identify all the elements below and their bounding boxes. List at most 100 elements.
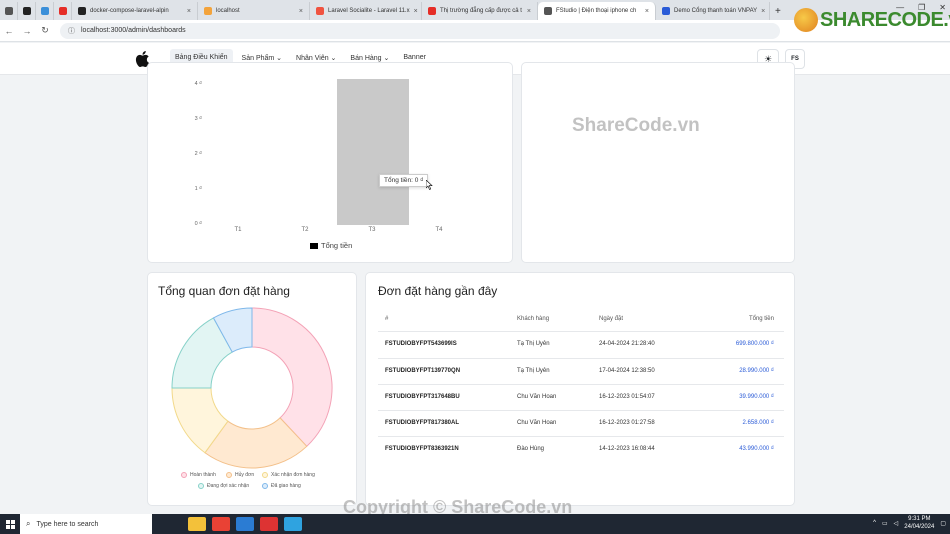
order-code[interactable]: FSTUDIOBYFPT139770QN [385,368,460,374]
legend-label: Đã giao hàng [271,483,301,489]
system-tray: ^ ▭ ◁ 9:31 PM 24/04/2024 ▢ [873,515,946,531]
legend-dot [198,483,204,489]
order-date: 14-12-2023 16:08:44 [599,446,655,452]
order-code[interactable]: FSTUDIOBYFPT317648BU [385,394,460,400]
taskbar-app-icon[interactable] [212,517,230,531]
order-total: 2.658.000 ₫ [742,420,774,426]
order-date: 17-04-2024 12:38:50 [599,368,655,374]
browser-tab[interactable]: localhost × [198,2,310,20]
taskbar-clock[interactable]: 9:31 PM 24/04/2024 [904,515,934,531]
browser-tab[interactable]: FStudio | Điện thoại iphone ch × [538,2,656,20]
col-header-code: # [385,316,389,322]
order-status-doughnut-chart [171,307,333,469]
tab-label: Thị trường đẳng cấp được cả t [440,8,522,14]
tab-close-icon[interactable]: × [641,8,649,15]
order-code[interactable]: FSTUDIOBYFPT817380AL [385,420,459,426]
taskbar-search-input[interactable]: ⌕ Type here to search [20,514,152,534]
legend-label: Xác nhận đơn hàng [271,472,315,478]
tab-close-icon[interactable]: × [295,8,303,15]
search-icon: ⌕ [26,519,31,528]
tab-favicon-icon [316,7,324,15]
legend-dot [262,483,268,489]
legend-label: Hoàn thành [190,472,216,478]
pie-legend-item[interactable]: Đang đợi xác nhận [198,483,249,489]
legend-label: Tổng tiền [321,241,353,250]
x-tick-label: T4 [435,227,443,233]
pie-legend-item[interactable]: Hủy đơn [226,472,254,478]
notification-icon[interactable]: ▢ [940,520,946,527]
clock-date: 24/04/2024 [904,524,935,530]
browser-tab[interactable] [18,2,36,20]
col-header-customer: Khách hàng [517,316,550,322]
taskbar-app-icon[interactable] [284,517,302,531]
tab-label: localhost [216,8,240,14]
x-tick-label: T2 [301,227,309,233]
back-icon[interactable]: ← [0,26,18,36]
browser-tab[interactable] [36,2,54,20]
legend-label: Đang đợi xác nhận [207,483,250,489]
y-tick-label: 1 ₫ [194,186,202,192]
pie-slice[interactable] [251,307,333,448]
taskbar-app-icon[interactable] [188,517,206,531]
legend-swatch [310,242,318,249]
tab-close-icon[interactable]: × [183,8,191,15]
y-tick-label: 3 ₫ [194,116,202,122]
row-divider [378,436,784,437]
site-info-icon[interactable]: ⓘ [68,26,75,36]
order-customer: Tạ Thị Uyên [517,368,550,374]
pie-legend-item[interactable]: Đã giao hàng [262,483,301,489]
order-total: 43.990.000 ₫ [739,446,774,452]
new-tab-button[interactable]: + [770,2,786,20]
pie-legend-item[interactable]: Xác nhận đơn hàng [262,472,315,478]
row-divider [378,358,784,359]
taskbar-app-icon[interactable] [260,517,278,531]
sharecode-logo: SHARECODE.vn [794,8,950,32]
browser-tab[interactable]: Demo Cổng thanh toán VNPAY × [656,2,770,20]
order-code[interactable]: FSTUDIOBYFPT8363921N [385,446,459,452]
tab-label: Demo Cổng thanh toán VNPAY [674,8,758,14]
order-code[interactable]: FSTUDIOBYFPT543699IS [385,341,457,347]
url-input[interactable]: ⓘ localhost:3000/admin/dashboards [60,22,780,39]
tab-label: FStudio | Điện thoại iphone ch [556,8,637,14]
browser-tab[interactable] [0,2,18,20]
revenue-chart-card [147,62,513,263]
legend-label: Hủy đơn [235,472,255,478]
windows-start-icon[interactable] [0,514,20,534]
y-tick-label: 2 ₫ [194,151,202,157]
chevron-up-icon[interactable]: ^ [873,520,876,526]
taskbar-app-icon[interactable] [236,517,254,531]
recent-orders-card [365,272,795,506]
legend-dot [181,472,187,478]
tab-close-icon[interactable]: × [757,8,765,15]
bar[interactable] [336,79,409,225]
order-date: 24-04-2024 21:28:40 [599,341,655,347]
browser-tab[interactable]: Thị trường đẳng cấp được cả t × [422,2,538,20]
legend-dot [262,472,268,478]
legend-dot [226,472,232,478]
recent-orders-title: Đơn đặt hàng gần đây [378,284,498,298]
sharecode-ball-icon [794,8,818,32]
network-icon[interactable]: ▭ [882,520,888,527]
forward-icon[interactable]: → [18,26,36,36]
pie-legend-item[interactable]: Hoàn thành [181,472,216,478]
bar-chart-legend[interactable]: Tổng tiền [310,241,352,250]
clock-time: 9:31 PM [908,516,931,522]
tab-label: docker-compose-laravel-alpin [90,8,169,14]
tab-close-icon[interactable]: × [523,8,531,15]
browser-tab[interactable] [54,2,72,20]
reload-icon[interactable]: ↻ [36,25,54,36]
browser-tab[interactable]: docker-compose-laravel-alpin × [72,2,198,20]
tab-label: Laravel Socialite - Laravel 11.x [328,8,410,14]
order-total: 28.990.000 ₫ [739,368,774,374]
volume-icon[interactable]: ◁ [894,520,899,527]
tab-favicon-icon [78,7,86,15]
tab-favicon-icon [204,7,212,15]
col-header-total: Tổng tiền [748,316,774,322]
order-overview-title: Tổng quan đơn đặt hàng [158,284,290,298]
y-tick-label: 0 ₫ [194,221,202,227]
tab-close-icon[interactable]: × [410,8,418,15]
tab-favicon-icon [23,7,31,15]
browser-tab[interactable]: Laravel Socialite - Laravel 11.x × [310,2,422,20]
bar-tooltip: Tổng tiền: 0 ₫ [379,174,429,187]
col-header-date: Ngày đặt [599,316,624,322]
